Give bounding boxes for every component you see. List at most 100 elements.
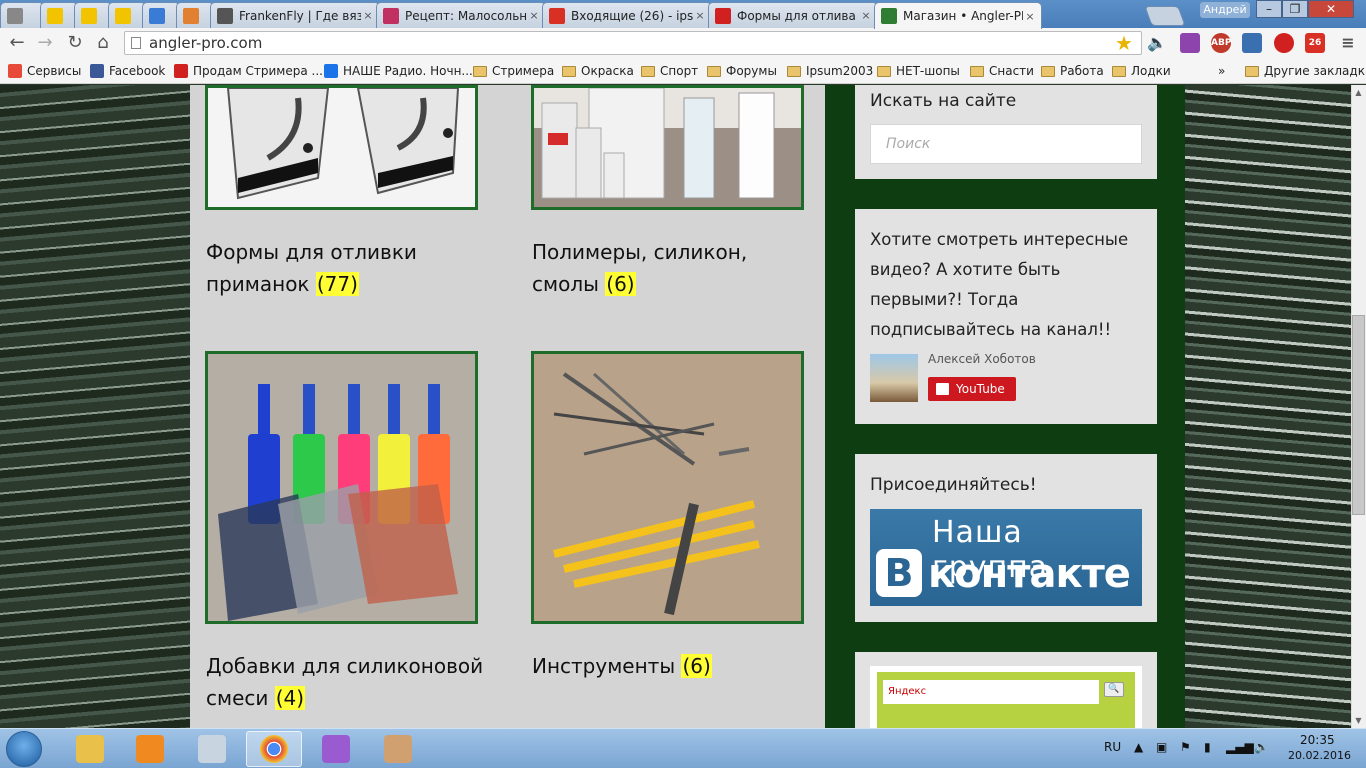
category-image-polymers[interactable] — [531, 85, 804, 210]
quill-extension-icon[interactable] — [1180, 33, 1200, 53]
category-count: (6) — [605, 272, 636, 296]
site-search-input[interactable]: Поиск — [870, 124, 1142, 164]
vk-logo-icon: В — [876, 549, 922, 597]
tab-label: Входящие (26) - ipsum — [571, 8, 693, 23]
tab-8[interactable]: Входящие (26) - ipsum× — [542, 2, 712, 28]
category-image-tools[interactable] — [531, 351, 804, 624]
start-button[interactable] — [6, 731, 42, 767]
category-title-tools[interactable]: Инструменты (6) — [532, 650, 712, 682]
vk-group-banner[interactable]: В Наша группа контакте — [870, 509, 1142, 606]
scrollbar-thumb[interactable] — [1352, 315, 1365, 515]
bookmark-10[interactable]: Снасти — [970, 62, 1034, 80]
tab-6[interactable]: FrankenFly | Где вязан× — [210, 2, 380, 28]
minimize-button[interactable]: – — [1256, 0, 1282, 18]
yandex-search-box: Яндекс 🔍 — [870, 666, 1142, 742]
new-tab-button[interactable] — [1144, 6, 1186, 26]
yandex-search-input[interactable]: Яндекс — [883, 680, 1099, 704]
close-window-button[interactable]: ✕ — [1308, 0, 1354, 18]
tab-1[interactable] — [40, 2, 78, 28]
tab-10[interactable]: Магазин • Angler-PRO× — [874, 2, 1042, 29]
folder-icon — [562, 65, 576, 77]
bookmark-12[interactable]: Лодки — [1112, 62, 1171, 80]
tab-5[interactable] — [176, 2, 214, 28]
category-title-molds[interactable]: Формы для отливки приманок (77) — [206, 236, 417, 300]
bookmark-6[interactable]: Спорт — [641, 62, 698, 80]
page-icon — [131, 37, 141, 49]
b-icon — [47, 7, 63, 24]
tab-close-icon[interactable]: × — [527, 9, 541, 22]
bookmark-9[interactable]: НЕТ-шопы — [877, 62, 960, 80]
bookmark-2[interactable]: Продам Стримера ... — [174, 62, 323, 80]
youtube-subscribe-button[interactable]: YouTube — [928, 377, 1016, 401]
taskbar-quill-app[interactable] — [308, 731, 364, 767]
gmail-extension-icon[interactable]: 26 — [1305, 33, 1325, 53]
profile-button[interactable]: Андрей — [1200, 2, 1250, 18]
bookmark-7[interactable]: Форумы — [707, 62, 777, 80]
tab-9[interactable]: Формы для отлива си× — [708, 2, 878, 28]
bookmarks-overflow-button[interactable]: » — [1218, 62, 1225, 80]
tab-4[interactable] — [142, 2, 180, 28]
yandex-search-icon[interactable]: 🔍 — [1104, 682, 1124, 697]
tab-close-icon[interactable]: × — [859, 9, 873, 22]
address-bar[interactable]: angler-pro.com — [124, 31, 1142, 55]
bookmark-star-icon[interactable]: ★ — [1115, 31, 1133, 55]
facebook-icon — [90, 64, 104, 78]
opera-extension-icon[interactable] — [1274, 33, 1294, 53]
forward-icon[interactable]: → — [34, 32, 56, 54]
other-bookmarks[interactable]: Другие закладки — [1245, 62, 1366, 80]
battery-icon[interactable]: ▮ — [1204, 740, 1211, 754]
bookmark-5[interactable]: Окраска — [562, 62, 634, 80]
back-icon[interactable]: ← — [6, 32, 28, 54]
bookmark-1[interactable]: Facebook — [90, 62, 165, 80]
chrome-icon — [260, 735, 288, 763]
tab-0[interactable] — [0, 2, 44, 28]
clock-time[interactable]: 20:35 — [1300, 733, 1335, 747]
volume-icon[interactable]: 🔈 — [1254, 740, 1269, 754]
action-center-icon[interactable]: ⚑ — [1180, 740, 1191, 754]
tab-3[interactable] — [108, 2, 146, 28]
tab-7[interactable]: Рецепт: Малосольная× — [376, 2, 546, 28]
bookmark-3[interactable]: НАШЕ Радио. Ночн... — [324, 62, 473, 80]
tray-expand-icon[interactable]: ▲ — [1134, 740, 1143, 754]
signal-icon[interactable]: ▂▄▆ — [1226, 740, 1254, 754]
clock-date[interactable]: 20.02.2016 — [1288, 749, 1351, 762]
network-icon[interactable]: ▣ — [1156, 740, 1167, 754]
taskbar-media-player[interactable] — [122, 731, 178, 767]
bookmark-8[interactable]: Ipsum2003 — [787, 62, 873, 80]
home-icon[interactable]: ⌂ — [92, 32, 114, 54]
taskbar-explorer[interactable] — [62, 731, 118, 767]
category-count: (6) — [681, 654, 712, 678]
bookmark-11[interactable]: Работа — [1041, 62, 1104, 80]
folder-icon — [877, 65, 891, 77]
taskbar-chrome[interactable] — [246, 731, 302, 767]
maximize-button[interactable]: ❐ — [1282, 0, 1308, 18]
channel-name[interactable]: Алексей Хоботов — [928, 352, 1036, 366]
calendar-extension-icon[interactable] — [1242, 33, 1262, 53]
tab-close-icon[interactable]: × — [361, 9, 375, 22]
address-text: angler-pro.com — [149, 34, 263, 52]
category-count: (4) — [274, 686, 306, 710]
category-image-additives[interactable] — [205, 351, 478, 624]
language-indicator[interactable]: RU — [1104, 740, 1121, 754]
folder-icon — [1245, 65, 1259, 77]
category-image-molds[interactable] — [205, 85, 478, 210]
tab-close-icon[interactable]: × — [1023, 10, 1037, 23]
reload-icon[interactable]: ↻ — [64, 32, 86, 54]
menu-icon[interactable]: ≡ — [1338, 33, 1358, 53]
category-title-polymers[interactable]: Полимеры, силикон, смолы (6) — [532, 236, 747, 300]
scroll-up-icon[interactable]: ▲ — [1351, 85, 1366, 100]
tab-2[interactable] — [74, 2, 112, 28]
search-widget: Искать на сайте Поиск — [855, 85, 1157, 179]
adblock-icon[interactable]: ABP — [1211, 33, 1231, 53]
tab-close-icon[interactable]: × — [693, 9, 707, 22]
taskbar-calculator[interactable] — [184, 731, 240, 767]
speaker-extension-icon[interactable]: 🔈 — [1147, 33, 1167, 53]
b-icon — [115, 7, 131, 24]
vk-widget: Присоединяйтесь! В Наша группа контакте — [855, 454, 1157, 622]
channel-avatar[interactable] — [870, 354, 918, 402]
bookmark-0[interactable]: Сервисы — [8, 62, 81, 80]
category-title-additives[interactable]: Добавки для силиконовой смеси (4) — [206, 650, 483, 714]
taskbar-volume[interactable] — [370, 731, 426, 767]
bookmark-4[interactable]: Стримера — [473, 62, 554, 80]
scroll-down-icon[interactable]: ▼ — [1351, 713, 1366, 728]
